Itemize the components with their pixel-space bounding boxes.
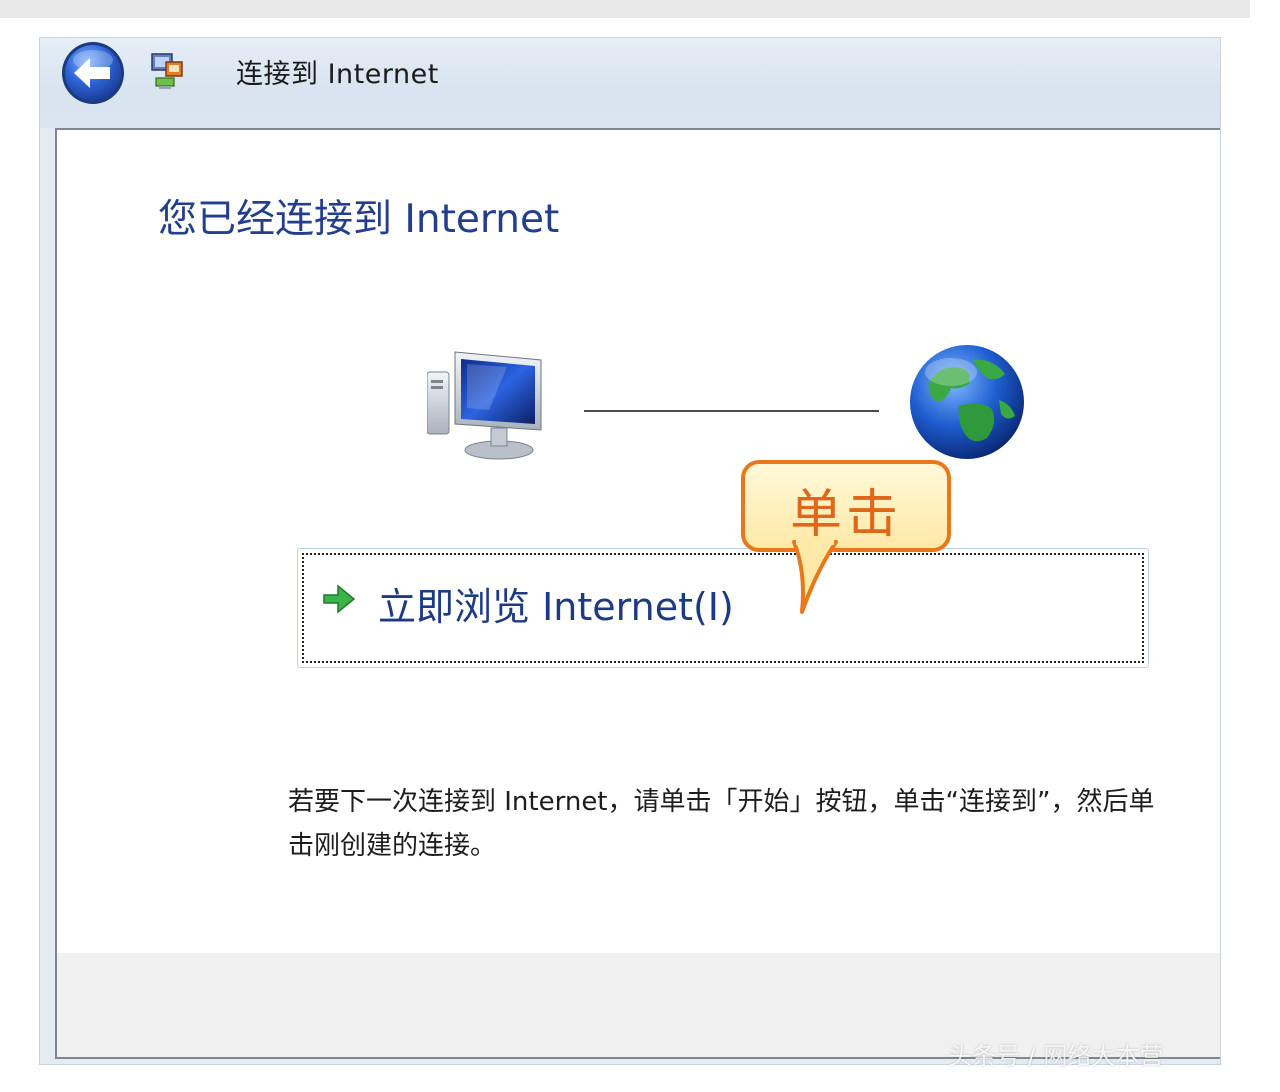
browse-internet-link[interactable]: 立即浏览 Internet(I) [297, 548, 1149, 668]
connect-dialog-window: 连接到 Internet 您已经连接到 Internet 立即浏览 Intern… [40, 38, 1220, 1064]
content-pane: 您已经连接到 Internet 立即浏览 Internet(I) 单击 若要下一… [55, 128, 1220, 953]
callout-text: 单击 [789, 485, 902, 545]
computer-icon [426, 350, 552, 465]
window-title: 连接到 Internet [236, 59, 439, 90]
callout-tail [792, 536, 838, 614]
back-button[interactable] [60, 40, 126, 106]
browse-internet-label[interactable]: 立即浏览 Internet(I) [378, 576, 734, 631]
network-connection-icon [146, 50, 190, 94]
globe-icon [907, 342, 1027, 462]
connection-line [584, 410, 879, 412]
green-arrow-icon [318, 581, 358, 617]
page-heading: 您已经连接到 Internet [158, 197, 560, 242]
titlebar: 连接到 Internet [40, 38, 1220, 128]
top-strip [0, 0, 1250, 18]
back-arrow-icon [62, 42, 124, 104]
watermark: 头条号 / 网络大本营 [948, 1042, 1164, 1070]
click-callout: 单击 [741, 460, 951, 552]
instruction-text: 若要下一次连接到 Internet，请单击「开始」按钮，单击“连接到”，然后单击… [288, 787, 1155, 861]
